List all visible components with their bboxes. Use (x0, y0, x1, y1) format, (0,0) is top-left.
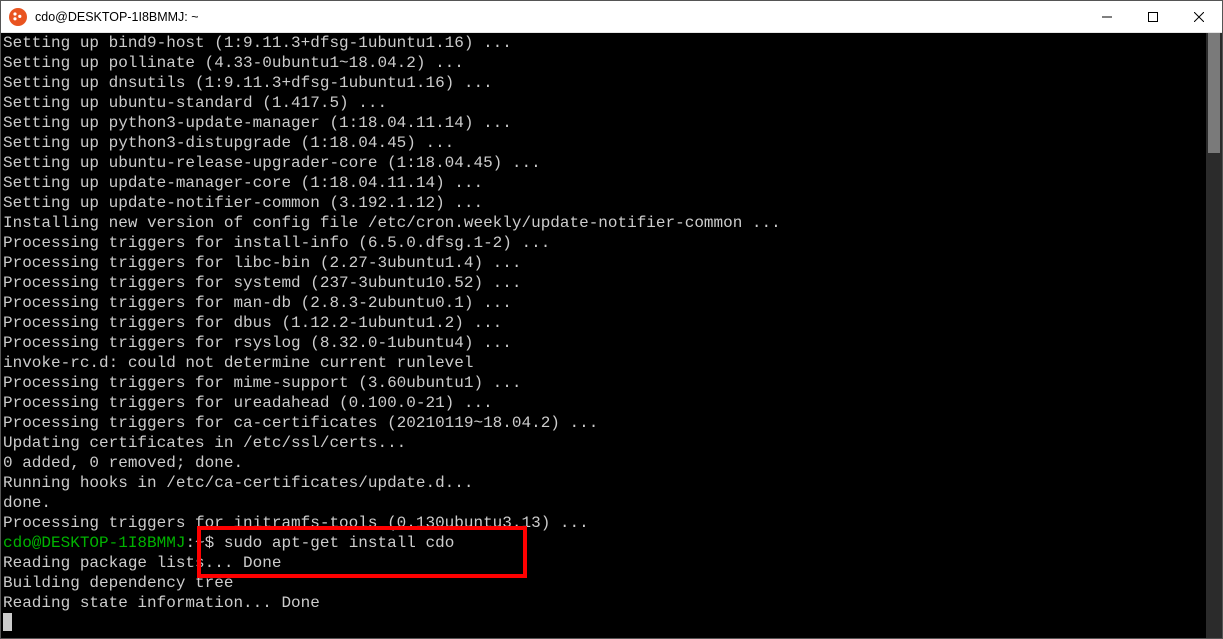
terminal-line: done. (3, 493, 1206, 513)
terminal-line: Setting up pollinate (4.33-0ubuntu1~18.0… (3, 53, 1206, 73)
terminal-line: Installing new version of config file /e… (3, 213, 1206, 233)
terminal-line: Building dependency tree (3, 573, 1206, 593)
terminal-line: Setting up ubuntu-release-upgrader-core … (3, 153, 1206, 173)
terminal-line: Processing triggers for libc-bin (2.27-3… (3, 253, 1206, 273)
terminal-line: Setting up python3-update-manager (1:18.… (3, 113, 1206, 133)
terminal-line: Setting up ubuntu-standard (1.417.5) ... (3, 93, 1206, 113)
minimize-button[interactable] (1084, 1, 1130, 33)
terminal-line: Processing triggers for rsyslog (8.32.0-… (3, 333, 1206, 353)
terminal-line: Setting up update-notifier-common (3.192… (3, 193, 1206, 213)
terminal-output[interactable]: Setting up bind9-host (1:9.11.3+dfsg-1ub… (1, 33, 1206, 638)
cursor-line[interactable] (3, 613, 1206, 634)
prompt-symbol: $ (205, 534, 215, 552)
prompt-sep: : (185, 534, 195, 552)
terminal-line: Reading package lists... Done (3, 553, 1206, 573)
terminal-line: Setting up python3-distupgrade (1:18.04.… (3, 133, 1206, 153)
terminal-area[interactable]: Setting up bind9-host (1:9.11.3+dfsg-1ub… (1, 33, 1222, 638)
terminal-line: Setting up bind9-host (1:9.11.3+dfsg-1ub… (3, 33, 1206, 53)
window-title: cdo@DESKTOP-1I8BMMJ: ~ (35, 10, 199, 24)
scrollbar-thumb[interactable] (1208, 33, 1220, 153)
terminal-line: Processing triggers for ureadahead (0.10… (3, 393, 1206, 413)
prompt-user-host: cdo@DESKTOP-1I8BMMJ (3, 534, 185, 552)
terminal-line: 0 added, 0 removed; done. (3, 453, 1206, 473)
close-icon (1194, 12, 1204, 22)
app-window: cdo@DESKTOP-1I8BMMJ: ~ Setting up bind9-… (0, 0, 1223, 639)
terminal-line: Setting up dnsutils (1:9.11.3+dfsg-1ubun… (3, 73, 1206, 93)
terminal-line: Reading state information... Done (3, 593, 1206, 613)
terminal-line: Processing triggers for ca-certificates … (3, 413, 1206, 433)
prompt-line[interactable]: cdo@DESKTOP-1I8BMMJ:~$ sudo apt-get inst… (3, 533, 1206, 553)
ubuntu-icon (9, 8, 27, 26)
maximize-icon (1148, 12, 1158, 22)
terminal-line: Updating certificates in /etc/ssl/certs.… (3, 433, 1206, 453)
scrollbar[interactable] (1206, 33, 1222, 638)
close-button[interactable] (1176, 1, 1222, 33)
terminal-line: Setting up update-manager-core (1:18.04.… (3, 173, 1206, 193)
prompt-command[interactable]: sudo apt-get install cdo (214, 534, 454, 552)
cursor (3, 613, 12, 631)
terminal-line: Processing triggers for install-info (6.… (3, 233, 1206, 253)
prompt-cwd: ~ (195, 534, 205, 552)
terminal-line: Processing triggers for man-db (2.8.3-2u… (3, 293, 1206, 313)
minimize-icon (1102, 12, 1112, 22)
terminal-line: Processing triggers for systemd (237-3ub… (3, 273, 1206, 293)
terminal-line: invoke-rc.d: could not determine current… (3, 353, 1206, 373)
titlebar[interactable]: cdo@DESKTOP-1I8BMMJ: ~ (1, 1, 1222, 33)
terminal-line: Processing triggers for initramfs-tools … (3, 513, 1206, 533)
maximize-button[interactable] (1130, 1, 1176, 33)
terminal-line: Running hooks in /etc/ca-certificates/up… (3, 473, 1206, 493)
terminal-line: Processing triggers for dbus (1.12.2-1ub… (3, 313, 1206, 333)
terminal-line: Processing triggers for mime-support (3.… (3, 373, 1206, 393)
